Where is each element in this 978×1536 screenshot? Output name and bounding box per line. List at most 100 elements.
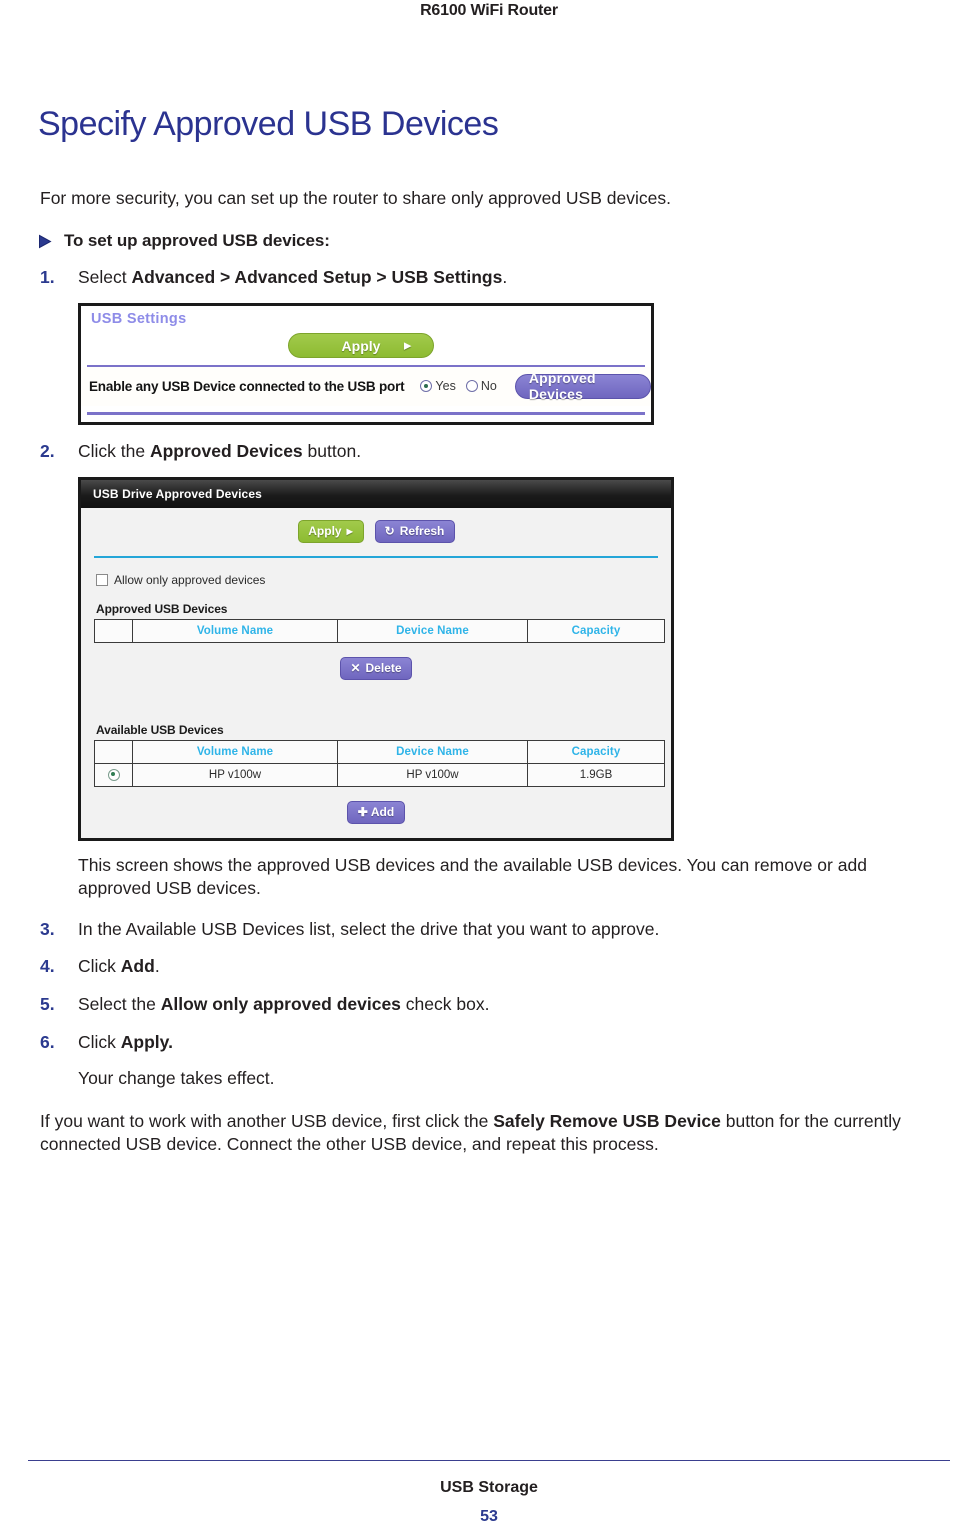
add-button[interactable]: ✚ Add (347, 800, 405, 824)
step-4-bold: Add (120, 956, 155, 977)
table-row[interactable]: HP v100w HP v100w 1.9GB (94, 762, 665, 787)
figure-approved-devices: USB Drive Approved Devices Apply ▶ ↻ Ref… (78, 476, 674, 841)
page-content: Specify Approved USB Devices For more se… (38, 105, 940, 1157)
usb-settings-radio-group: Yes No (420, 379, 506, 393)
step-6-text: Click Apply. (78, 1031, 940, 1054)
usb-settings-panel-title: USB Settings (91, 310, 187, 327)
caret-right-icon: ▶ (346, 526, 353, 536)
result-paragraph: Your change takes effect. (78, 1067, 275, 1088)
approved-col-capacity: Capacity (527, 618, 665, 643)
approved-devices-body: Apply ▶ ↻ Refresh Allow only approved de… (81, 507, 671, 838)
footer-page-number: 53 (480, 1508, 498, 1525)
step-3: 3. In the Available USB Devices list, se… (38, 918, 940, 941)
approved-devices-divider (94, 555, 658, 558)
approved-usb-devices-table: Volume Name Device Name Capacity (94, 618, 665, 643)
step-1-text: Select Advanced > Advanced Setup > USB S… (78, 266, 940, 289)
closing-paragraph: If you want to work with another USB dev… (40, 1110, 940, 1157)
step-5-text: Select the Allow only approved devices c… (78, 993, 940, 1016)
approved-devices-apply-button[interactable]: Apply ▶ (297, 519, 364, 543)
caret-right-icon: ▶ (404, 340, 411, 351)
close-icon: ✕ (350, 661, 361, 676)
step-4-prefix: Click (78, 956, 121, 977)
procedure-heading: To set up approved USB devices: (38, 231, 940, 251)
step-2-suffix: button. (302, 440, 362, 461)
available-usb-devices-table: Volume Name Device Name Capacity HP v100… (94, 739, 665, 787)
approved-col-volume-name: Volume Name (132, 618, 338, 643)
intro-paragraph: For more security, you can set up the ro… (40, 188, 671, 209)
usb-settings-radio-yes[interactable]: Yes (420, 379, 456, 394)
step-2: 2. Click the Approved Devices button. (38, 440, 940, 463)
step-5: 5. Select the Allow only approved device… (38, 993, 940, 1016)
usb-settings-enable-row: Enable any USB Device connected to the U… (81, 366, 651, 406)
footer-chapter-title: USB Storage (440, 1479, 538, 1496)
page-title: Specify Approved USB Devices (38, 105, 499, 143)
radio-unselected-icon (465, 380, 478, 393)
available-row-volume-name: HP v100w (132, 762, 338, 787)
running-header-title: R6100 WiFi Router (420, 2, 558, 19)
step-2-text: Click the Approved Devices button. (78, 440, 940, 463)
radio-selected-icon[interactable] (107, 768, 120, 781)
step-1: 1. Select Advanced > Advanced Setup > US… (38, 266, 940, 289)
step-5-number: 5. (40, 994, 55, 1015)
allow-only-approved-devices-checkbox[interactable] (96, 573, 108, 586)
step-4: 4. Click Add. (38, 955, 940, 978)
available-col-select (94, 739, 133, 764)
figure-usb-settings: USB Settings Apply ▶ Enable any USB Devi… (78, 302, 654, 425)
table-header-row: Volume Name Device Name Capacity (94, 618, 665, 643)
step-4-suffix: . (154, 956, 160, 977)
usb-settings-radio-no[interactable]: No (465, 379, 497, 394)
closing-paragraph-bold: Safely Remove USB Device (493, 1110, 721, 1131)
step-4-number: 4. (40, 956, 55, 977)
closing-paragraph-prefix: If you want to work with another USB dev… (40, 1110, 494, 1131)
usb-settings-apply-label: Apply (341, 337, 381, 354)
running-header: R6100 WiFi Router (0, 0, 978, 20)
delete-button-label: Delete (365, 661, 402, 676)
approved-devices-refresh-button[interactable]: ↻ Refresh (374, 519, 455, 543)
usb-settings-radio-no-label: No (480, 379, 497, 394)
step-6-bold: Apply. (120, 1031, 173, 1052)
available-row-device-name: HP v100w (337, 762, 528, 787)
available-col-device-name: Device Name (337, 739, 528, 764)
step-3-prefix: In the Available USB Devices list, selec… (78, 918, 660, 939)
step-5-suffix: check box. (400, 994, 490, 1015)
step-1-prefix: Select (78, 267, 132, 288)
step-2-number: 2. (40, 440, 55, 461)
approved-usb-devices-label: Approved USB Devices (96, 601, 228, 616)
figure-spacer (94, 680, 658, 708)
available-row-capacity: 1.9GB (527, 762, 665, 787)
step-2-prefix: Click the (78, 440, 150, 461)
procedure-heading-text: To set up approved USB devices: (64, 231, 330, 251)
footer-divider (28, 1459, 950, 1461)
page-footer: USB Storage 53 (0, 1459, 978, 1536)
approved-devices-delete-row: ✕ Delete (94, 643, 658, 680)
add-button-label: Add (370, 805, 395, 820)
available-usb-devices-label: Available USB Devices (96, 722, 224, 737)
available-row-select-cell[interactable] (94, 762, 133, 787)
allow-only-approved-devices-label: Allow only approved devices (114, 572, 266, 587)
table-header-row: Volume Name Device Name Capacity (94, 739, 665, 764)
approved-col-select (94, 618, 133, 643)
step-3-number: 3. (40, 918, 55, 939)
approved-devices-button[interactable]: Approved Devices (514, 370, 651, 402)
radio-selected-icon (420, 380, 433, 393)
plus-icon: ✚ (357, 805, 368, 820)
approved-devices-button-row: Apply ▶ ↻ Refresh (94, 508, 658, 554)
step-2-bold: Approved Devices (149, 440, 303, 461)
step-1-number: 1. (40, 267, 55, 288)
usb-settings-radio-yes-label: Yes (435, 379, 456, 394)
step-6-number: 6. (40, 1031, 55, 1052)
arrow-bullet-icon (38, 231, 64, 249)
approved-devices-apply-label: Apply (308, 524, 342, 539)
step-5-bold: Allow only approved devices (160, 994, 401, 1015)
approved-devices-add-row: ✚ Add (94, 787, 658, 826)
approved-devices-panel-title: USB Drive Approved Devices (93, 486, 262, 501)
step-6: 6. Click Apply. (38, 1031, 940, 1054)
delete-button[interactable]: ✕ Delete (340, 656, 412, 680)
usb-settings-divider-bottom (87, 411, 645, 415)
step-1-bold: Advanced > Advanced Setup > USB Settings (131, 267, 503, 288)
step-5-prefix: Select the (78, 994, 161, 1015)
allow-only-approved-devices-row[interactable]: Allow only approved devices (96, 573, 658, 587)
usb-settings-apply-button[interactable]: Apply ▶ (288, 333, 434, 359)
usb-settings-apply-row: Apply ▶ (81, 327, 651, 365)
approved-devices-titlebar: USB Drive Approved Devices (81, 479, 671, 508)
